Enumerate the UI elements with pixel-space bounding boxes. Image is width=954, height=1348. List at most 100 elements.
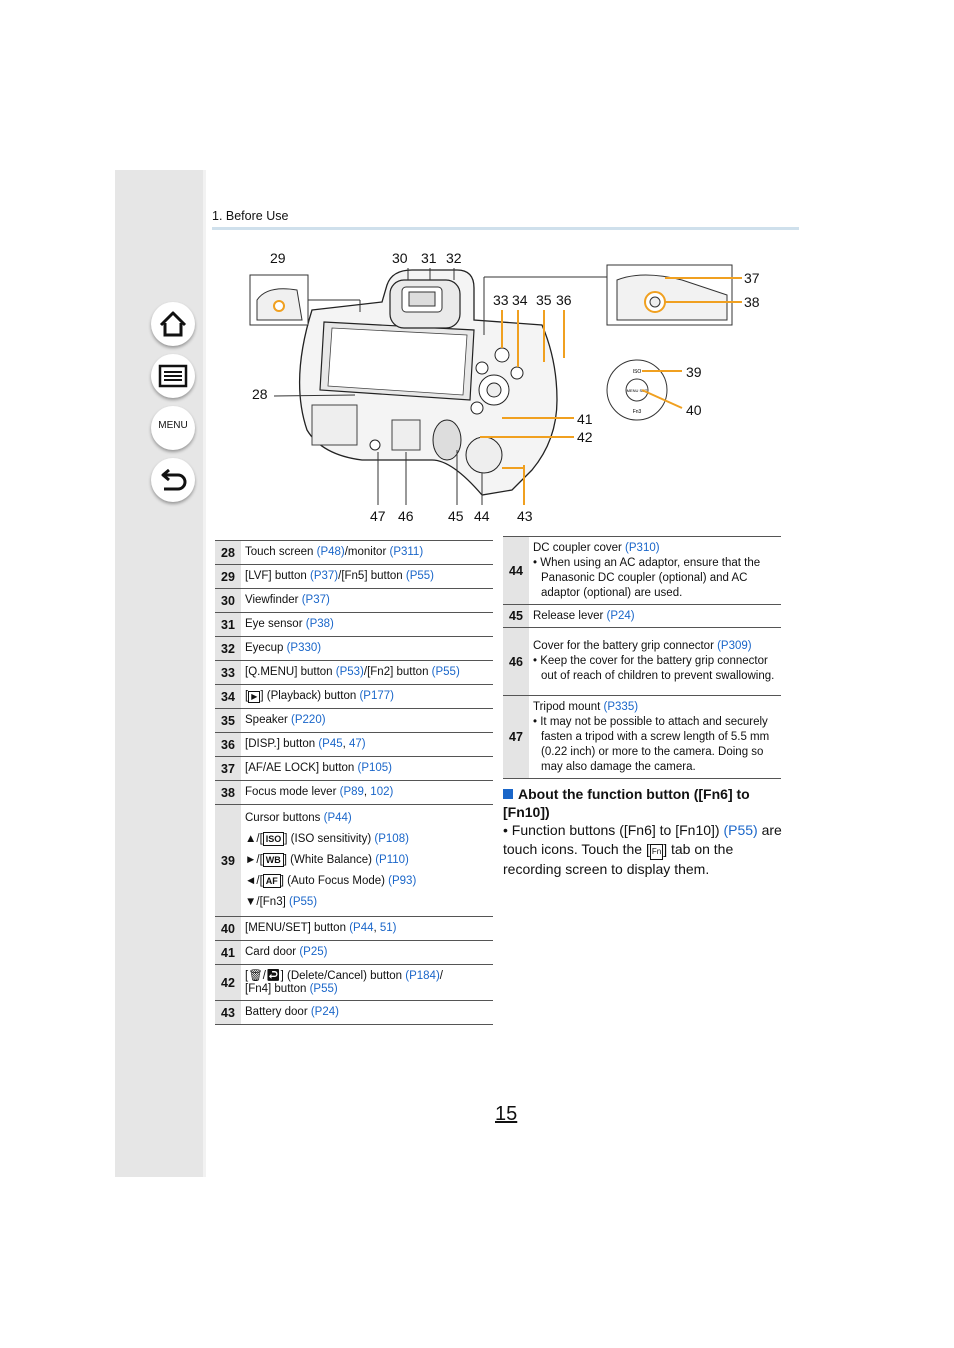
part-description: [AF/AE LOCK] button (P105) <box>241 756 493 781</box>
page-link[interactable]: (P335) <box>604 701 639 713</box>
table-row: 43 Battery door (P24) <box>215 1000 493 1025</box>
page-link[interactable]: (P220) <box>291 714 326 726</box>
page-link[interactable]: 102) <box>370 786 393 798</box>
part-number: 35 <box>215 708 241 733</box>
camera-back-illustration: ISO MENU SET Fn3 <box>249 264 742 505</box>
callout-36: 36 <box>556 292 572 308</box>
page-link[interactable]: (P38) <box>306 618 334 630</box>
page-link[interactable]: (P89 <box>340 786 364 798</box>
page-link[interactable]: (P24) <box>311 1006 339 1018</box>
page-link[interactable]: (P55) <box>310 983 338 995</box>
table-row: 34 [▶] (Playback) button (P177) <box>215 684 493 709</box>
page-link[interactable]: (P37) <box>310 570 338 582</box>
page-link[interactable]: (P309) <box>717 640 752 652</box>
table-row: 39 Cursor buttons (P44) ▲/[ISO] (ISO sen… <box>215 804 493 917</box>
section-header: 1. Before Use <box>212 209 289 223</box>
callout-38: 38 <box>744 294 760 310</box>
parts-table-right: 44 DC coupler cover (P310) • When using … <box>503 536 781 779</box>
table-row: 40 [MENU/SET] button (P44, 51) <box>215 916 493 941</box>
iso-icon: ISO <box>262 832 285 846</box>
page-link[interactable]: (P37) <box>302 594 330 606</box>
table-row: 47 Tripod mount (P335) • It may not be p… <box>503 695 781 779</box>
callout-30: 30 <box>392 250 408 266</box>
table-row: 44 DC coupler cover (P310) • When using … <box>503 536 781 605</box>
table-row: 33 [Q.MENU] button (P53)/[Fn2] button (P… <box>215 660 493 685</box>
table-row: 29 [LVF] button (P37)/[Fn5] button (P55) <box>215 564 493 589</box>
part-number: 40 <box>215 916 241 941</box>
camera-diagram: ISO MENU SET Fn3 29 30 31 32 37 38 33 34… <box>212 240 799 530</box>
page-link[interactable]: (P53) <box>336 666 364 678</box>
table-row: 45 Release lever (P24) <box>503 604 781 628</box>
page-link[interactable]: (P25) <box>299 946 327 958</box>
page-link[interactable]: (P311) <box>389 546 423 558</box>
square-bullet-icon <box>503 789 513 799</box>
back-button[interactable] <box>151 458 195 502</box>
part-number: 31 <box>215 612 241 637</box>
part-number: 43 <box>215 1000 241 1025</box>
page-link[interactable]: (P310) <box>625 542 660 554</box>
page-link[interactable]: (P45 <box>318 738 342 750</box>
part-description: Release lever (P24) <box>529 604 781 628</box>
function-tab-icon: Fn <box>649 844 664 860</box>
page-number[interactable]: 15 <box>495 1103 517 1126</box>
home-icon <box>159 311 187 337</box>
page-link[interactable]: (P55) <box>406 570 434 582</box>
playback-icon: ▶ <box>248 691 261 703</box>
part-description: [MENU/SET] button (P44, 51) <box>241 916 493 941</box>
page-link[interactable]: (P44) <box>324 812 352 824</box>
part-description: [▶] (Playback) button (P177) <box>241 684 493 709</box>
sidebar-edge <box>203 170 206 1177</box>
home-button[interactable] <box>151 302 195 346</box>
page-link[interactable]: (P44 <box>349 922 373 934</box>
page-link[interactable]: 47) <box>349 738 366 750</box>
callout-45: 45 <box>448 508 464 524</box>
callout-46: 46 <box>398 508 414 524</box>
menu-button[interactable]: MENU <box>151 406 195 450</box>
delete-cancel-icon: 🗑/↩ <box>248 969 281 982</box>
page-link[interactable]: (P105) <box>358 762 393 774</box>
part-description: [Q.MENU] button (P53)/[Fn2] button (P55) <box>241 660 493 685</box>
page-link[interactable]: (P55) <box>723 822 757 838</box>
part-description: Eye sensor (P38) <box>241 612 493 637</box>
white-balance-icon: WB <box>262 853 284 867</box>
page-link[interactable]: (P55) <box>432 666 460 678</box>
table-row: 35 Speaker (P220) <box>215 708 493 733</box>
page-link[interactable]: (P24) <box>607 610 635 622</box>
callout-42: 42 <box>577 429 593 445</box>
part-number: 46 <box>503 627 529 696</box>
page-link[interactable]: (P48) <box>317 546 345 558</box>
return-icon <box>161 468 187 491</box>
table-row: 28 Touch screen (P48)/monitor (P311) <box>215 540 493 565</box>
part-description: Tripod mount (P335) • It may not be poss… <box>529 695 781 779</box>
page-link[interactable]: (P177) <box>359 690 394 702</box>
callout-32: 32 <box>446 250 462 266</box>
page-link[interactable]: (P110) <box>375 854 409 866</box>
table-row: 36 [DISP.] button (P45, 47) <box>215 732 493 757</box>
header-rule <box>212 227 799 230</box>
callout-31: 31 <box>421 250 437 266</box>
table-row: 41 Card door (P25) <box>215 940 493 965</box>
part-number: 32 <box>215 636 241 661</box>
part-number: 38 <box>215 780 241 805</box>
callout-28: 28 <box>252 386 268 402</box>
page-link[interactable]: (P55) <box>289 896 317 908</box>
callout-39: 39 <box>686 364 702 380</box>
callout-47: 47 <box>370 508 386 524</box>
page-link[interactable]: 51) <box>380 922 397 934</box>
callout-43: 43 <box>517 508 533 524</box>
page-link[interactable]: (P108) <box>374 833 409 845</box>
page-link[interactable]: (P93) <box>388 875 416 887</box>
callout-35: 35 <box>536 292 552 308</box>
table-row: 37 [AF/AE LOCK] button (P105) <box>215 756 493 781</box>
callout-44: 44 <box>474 508 490 524</box>
page-link[interactable]: (P330) <box>287 642 322 654</box>
page-link[interactable]: (P184) <box>405 970 440 982</box>
contents-button[interactable] <box>151 354 195 398</box>
callout-29: 29 <box>270 250 286 266</box>
part-number: 44 <box>503 536 529 605</box>
callout-37: 37 <box>744 270 760 286</box>
table-row: 32 Eyecup (P330) <box>215 636 493 661</box>
part-description: Battery door (P24) <box>241 1000 493 1025</box>
dial-iso-label: ISO <box>633 369 642 375</box>
parts-table-left: 28 Touch screen (P48)/monitor (P311) 29 … <box>215 540 493 1025</box>
